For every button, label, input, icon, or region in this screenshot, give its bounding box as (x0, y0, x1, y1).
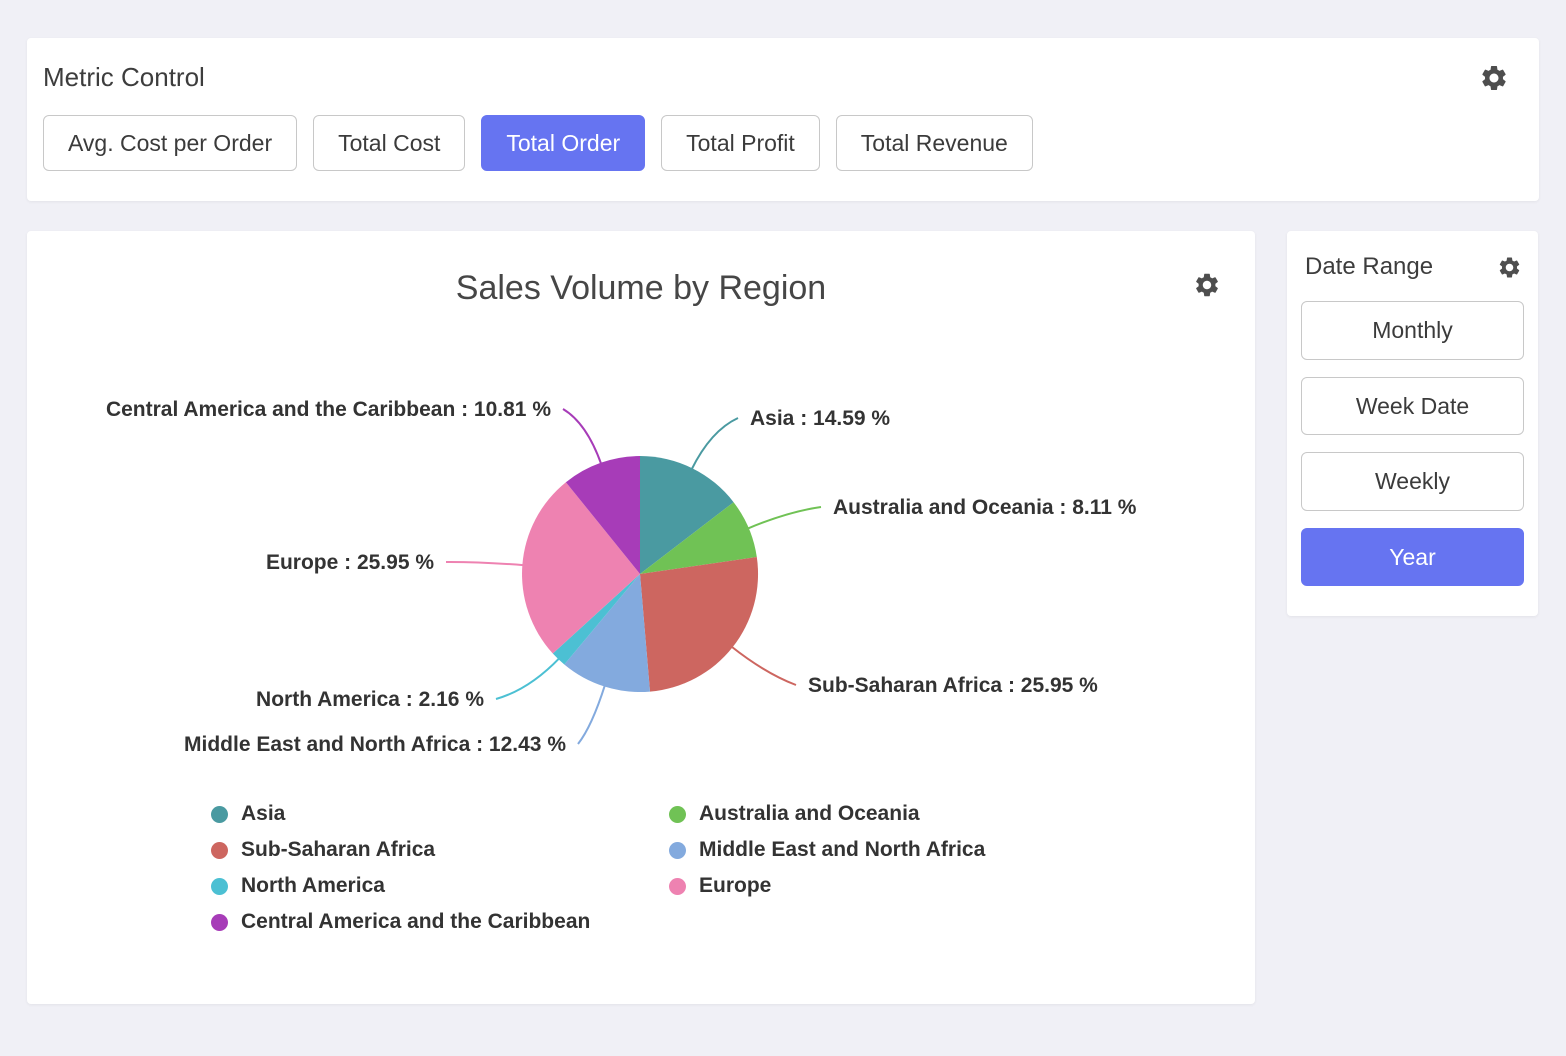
date-range-button-group: Monthly Week Date Weekly Year (1301, 301, 1524, 586)
pie-slice-label-middle-east-and-north-africa: Middle East and North Africa : 12.43 % (184, 733, 566, 756)
sales-chart-panel: Sales Volume by Region Asia : 14.59 % Aus… (27, 231, 1255, 1004)
content-row: Sales Volume by Region Asia : 14.59 % Aus… (27, 231, 1539, 1004)
metric-button-total-revenue[interactable]: Total Revenue (836, 115, 1033, 171)
date-range-button-week-date[interactable]: Week Date (1301, 377, 1524, 435)
legend-dot (211, 878, 228, 895)
sales-pie-chart: Asia : 14.59 % Australia and Oceania : 8.… (27, 312, 1255, 772)
metric-control-panel: Metric Control Avg. Cost per Order Total … (27, 38, 1539, 201)
legend-dot (669, 842, 686, 859)
legend-label: North America (241, 874, 385, 898)
date-range-button-weekly[interactable]: Weekly (1301, 452, 1524, 510)
legend-item-central-america-and-the-caribbean[interactable]: Central America and the Caribbean (211, 910, 669, 934)
date-range-panel: Date Range Monthly Week Date Weekly Year (1287, 231, 1538, 616)
legend-label: Sub-Saharan Africa (241, 838, 435, 862)
date-settings-gear-icon[interactable] (1497, 255, 1522, 280)
chart-legend: Asia Australia and Oceania Sub-Saharan Afr… (27, 802, 1255, 934)
legend-item-australia-and-oceania[interactable]: Australia and Oceania (669, 802, 1255, 826)
dashboard-page: Metric Control Avg. Cost per Order Total … (0, 0, 1566, 1032)
pie-slice-label-australia-and-oceania: Australia and Oceania : 8.11 % (833, 496, 1137, 519)
metric-button-total-profit[interactable]: Total Profit (661, 115, 820, 171)
pie-slice-label-central-america-and-the-caribbean: Central America and the Caribbean : 10.8… (106, 398, 551, 421)
legend-dot (669, 806, 686, 823)
metric-button-total-order[interactable]: Total Order (481, 115, 645, 171)
legend-dot (669, 878, 686, 895)
legend-dot (211, 806, 228, 823)
chart-settings-gear-icon[interactable] (1193, 271, 1221, 299)
pie-slice-label-north-america: North America : 2.16 % (256, 688, 484, 711)
legend-label: Central America and the Caribbean (241, 910, 590, 934)
legend-label: Asia (241, 802, 285, 826)
legend-label: Europe (699, 874, 771, 898)
legend-dot (211, 842, 228, 859)
pie-label-leader-line (731, 647, 796, 686)
pie-label-leader-line (496, 658, 560, 699)
legend-item-asia[interactable]: Asia (211, 802, 669, 826)
legend-item-middle-east-and-north-africa[interactable]: Middle East and North Africa (669, 838, 1255, 862)
pie-label-leader-line (691, 418, 738, 470)
pie-slice-label-europe: Europe : 25.95 % (266, 551, 434, 574)
metric-control-title: Metric Control (43, 62, 205, 93)
metric-button-avg-cost-per-order[interactable]: Avg. Cost per Order (43, 115, 297, 171)
legend-label: Australia and Oceania (699, 802, 920, 826)
pie-label-leader-line (578, 685, 605, 744)
date-range-button-monthly[interactable]: Monthly (1301, 301, 1524, 359)
legend-item-sub-saharan-africa[interactable]: Sub-Saharan Africa (211, 838, 669, 862)
pie-slice-sub-saharan-africa[interactable] (640, 557, 758, 692)
legend-dot (211, 914, 228, 931)
metric-control-header: Metric Control (43, 62, 1509, 93)
legend-item-europe[interactable]: Europe (669, 874, 1255, 898)
metric-button-group: Avg. Cost per Order Total Cost Total Order… (43, 115, 1509, 171)
date-range-title: Date Range (1305, 253, 1433, 281)
date-range-button-year[interactable]: Year (1301, 528, 1524, 586)
pie-slice-label-asia: Asia : 14.59 % (750, 407, 890, 430)
date-range-header: Date Range (1301, 253, 1524, 281)
pie-label-leader-line (563, 409, 601, 465)
chart-title: Sales Volume by Region (27, 269, 1255, 308)
pie-label-leader-line (747, 507, 821, 529)
legend-item-north-america[interactable]: North America (211, 874, 669, 898)
pie-label-leader-line (446, 562, 524, 565)
pie-slice-label-sub-saharan-africa: Sub-Saharan Africa : 25.95 % (808, 674, 1098, 697)
metric-settings-gear-icon[interactable] (1479, 63, 1509, 93)
legend-label: Middle East and North Africa (699, 838, 985, 862)
metric-button-total-cost[interactable]: Total Cost (313, 115, 465, 171)
